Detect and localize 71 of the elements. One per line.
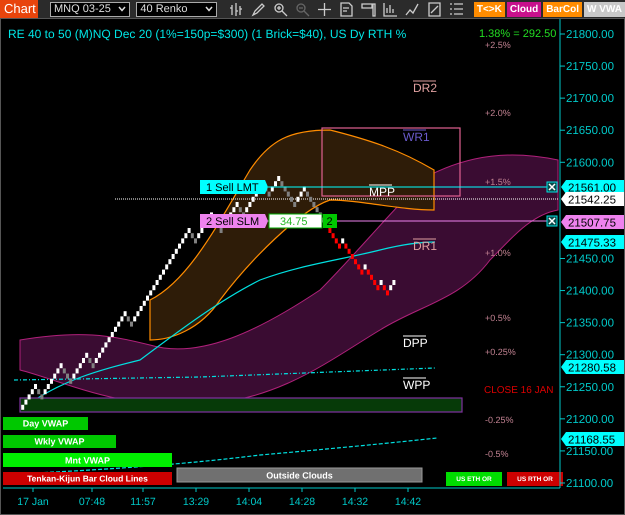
time-axis-label: 07:48 (78, 496, 106, 508)
percent-label: -0.5% (485, 449, 509, 459)
time-axis-label: 14:04 (236, 496, 262, 508)
indicator-label: Day VWAP (3, 417, 88, 430)
price-axis-label: 21200.00 (566, 414, 614, 426)
pencil-icon[interactable] (250, 2, 266, 16)
crosshair-icon[interactable] (316, 2, 332, 16)
indicator-label: Tenkan-Kijun Bar Cloud Lines (3, 472, 172, 485)
indicator-label: Mnt VWAP (3, 453, 172, 467)
indicator-label: Wkly VWAP (3, 435, 116, 448)
line-chart-icon[interactable] (404, 2, 420, 16)
instrument-value: MNQ 03-25 (54, 3, 111, 15)
chart-bars-icon[interactable] (382, 2, 398, 16)
price-axis-label: 21750.00 (566, 61, 614, 74)
price-axis-label: 21450.00 (566, 254, 614, 266)
dropdown-caret-icon (118, 6, 126, 12)
pivot-label: DR1 (412, 238, 438, 253)
zoom-out-icon[interactable] (294, 2, 310, 16)
price-marker: 21168.55 (561, 432, 625, 446)
time-axis-label: 14:28 (288, 496, 316, 508)
time-axis-label: 13:29 (182, 496, 210, 508)
percent-label: +2.0% (485, 108, 511, 118)
price-axis-label: 21650.00 (566, 125, 614, 138)
period-dropdown[interactable]: 40 Renko (136, 2, 217, 16)
pivot-label: MPP (368, 184, 396, 199)
price-axis-label: 21250.00 (566, 382, 614, 394)
price-axis-label: 21600.00 (566, 157, 614, 170)
time-axis-label: 14:32 (342, 496, 368, 508)
cancel-order-icon[interactable] (546, 182, 558, 192)
chart-title: RE 40 to 50 (M)NQ Dec 20 (1%=150p=$300) (1 Brick=$40), US Dy RTH % (8, 27, 406, 41)
indicator-toggle[interactable]: Cloud (506, 2, 542, 16)
price-axis-label: 21800.00 (566, 29, 614, 41)
bar-style-icon[interactable] (228, 2, 244, 16)
panel-icon[interactable] (360, 2, 376, 16)
order-tag[interactable]: 1 Sell LMT (200, 180, 268, 194)
percent-label: +0.25% (485, 347, 516, 357)
percent-label: -0.25% (485, 415, 514, 425)
data-box-icon[interactable] (338, 2, 354, 16)
order-price-field[interactable]: 34.75 (268, 214, 322, 228)
price-marker: 21280.58 (561, 360, 625, 374)
list-icon[interactable] (448, 2, 464, 16)
time-axis-label: 11:57 (130, 496, 156, 508)
chart-menu-button[interactable]: Chart (0, 0, 38, 18)
zoom-in-icon[interactable] (272, 2, 288, 16)
price-axis-label: 21300.00 (566, 350, 614, 362)
pivot-label: WPP (402, 378, 430, 392)
percent-label: +2.5% (485, 40, 511, 50)
pivot-label: DR2 (412, 80, 438, 95)
price-marker: 21475.33 (561, 235, 625, 250)
price-axis-label: 21100.00 (566, 478, 614, 490)
pivot-label: DPP (402, 336, 428, 350)
price-axis-label: 21400.00 (566, 286, 614, 298)
order-tag[interactable]: 2 Sell SLM (200, 214, 268, 228)
price-marker: 21542.25 (561, 192, 625, 206)
dropdown-caret-icon (204, 6, 213, 12)
cancel-order-icon[interactable] (546, 216, 558, 226)
price-axis-label: 21350.00 (566, 318, 614, 330)
pivot-label: WR1 (402, 130, 430, 144)
period-value: 40 Renko (140, 3, 188, 15)
percent-label: +0.5% (485, 313, 511, 323)
indicator-label: Outside Clouds (176, 468, 422, 482)
time-axis-label: 14:42 (394, 496, 422, 508)
price-axis-label: 21700.00 (566, 93, 614, 106)
percent-label: +1.5% (485, 177, 511, 187)
change-readout: 1.38% = 292.50 (479, 28, 556, 40)
close-label: CLOSE 16 JAN (484, 385, 554, 396)
instrument-dropdown[interactable]: MNQ 03-25 (50, 2, 130, 16)
price-axis-label: 21150.00 (566, 446, 614, 458)
time-axis-label: 17 Jan (17, 496, 49, 508)
order-quantity: 2 (323, 214, 337, 228)
price-marker: 21507.75 (561, 215, 625, 230)
